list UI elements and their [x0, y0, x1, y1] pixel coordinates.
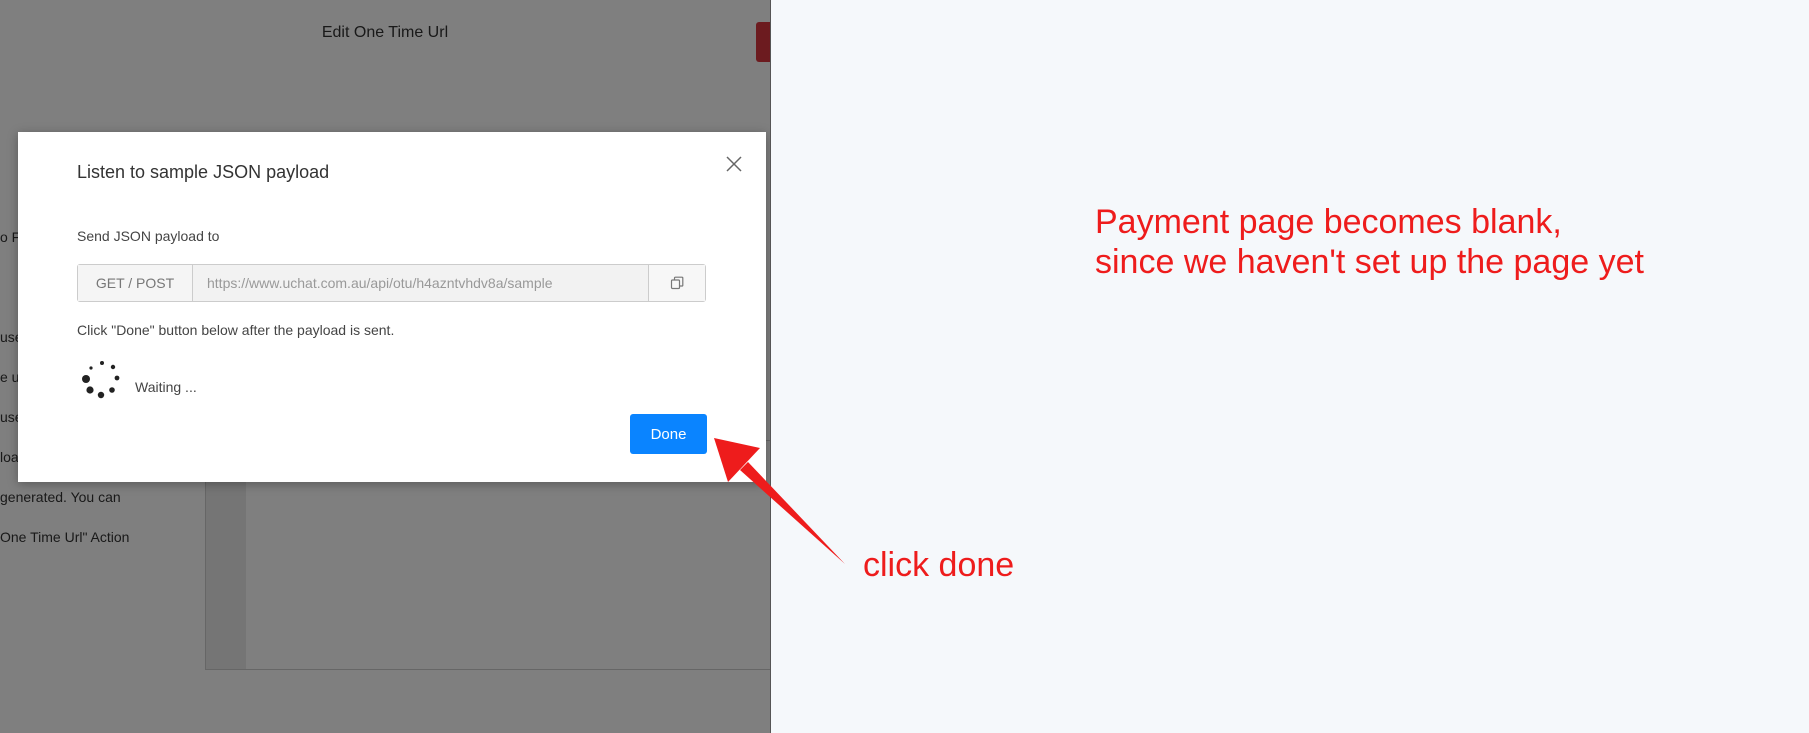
waiting-status-text: Waiting ... [135, 379, 197, 395]
copy-icon[interactable] [648, 265, 705, 301]
annotation-blank-page-note: Payment page becomes blank, since we hav… [1095, 203, 1644, 281]
close-icon[interactable] [724, 154, 744, 174]
done-button[interactable]: Done [630, 414, 707, 454]
json-payload-dialog: Listen to sample JSON payload Send JSON … [18, 132, 766, 482]
loading-spinner-icon [80, 357, 124, 401]
done-instruction-text: Click "Done" button below after the payl… [77, 322, 395, 338]
app-window: Edit One Time Url o Fo use e ur use loa … [0, 0, 770, 733]
red-arrow-icon [714, 438, 845, 564]
send-payload-label: Send JSON payload to [77, 228, 220, 244]
url-input-group: GET / POST [77, 264, 706, 302]
dialog-title: Listen to sample JSON payload [77, 162, 330, 182]
payload-url-field[interactable] [193, 265, 648, 301]
annotation-click-done: click done [863, 546, 1015, 584]
http-method-addon: GET / POST [78, 265, 193, 301]
pane-divider [770, 0, 771, 733]
